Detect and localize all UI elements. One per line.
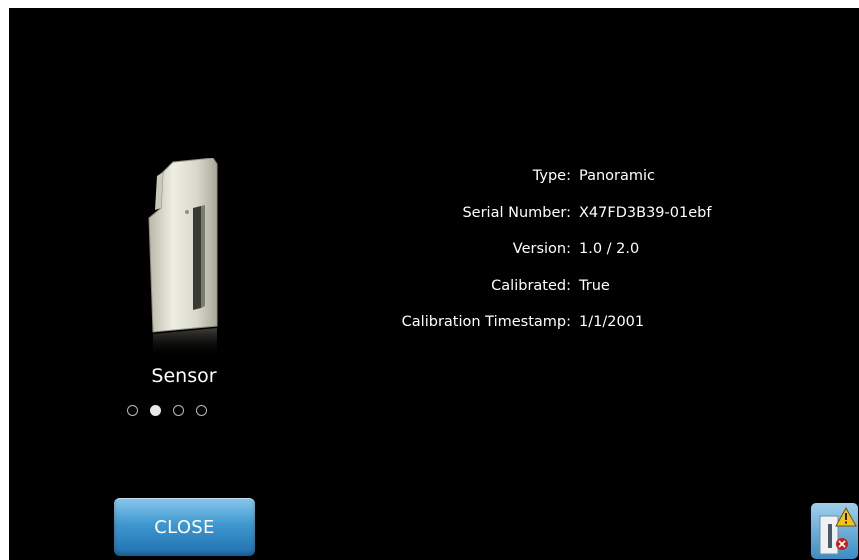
sensor-device-icon (148, 158, 218, 358)
page-dot-3[interactable] (173, 405, 184, 416)
version-label: Version: (512, 241, 571, 257)
page-indicator (127, 405, 207, 416)
close-button[interactable]: CLOSE (114, 498, 255, 556)
calibration-timestamp-value: 1/1/2001 (579, 314, 645, 330)
serial-number-value: X47FD3B39-01ebf (579, 204, 712, 221)
device-info-screen: Sensor Type: Panoramic Serial Number: X4… (9, 8, 859, 560)
detail-row-calibration-timestamp: Calibration Timestamp: 1/1/2001 (309, 314, 769, 351)
version-value: 1.0 / 2.0 (579, 241, 640, 257)
page-dot-1[interactable] (127, 405, 138, 416)
detail-row-serial: Serial Number: X47FD3B39-01ebf (309, 205, 769, 242)
page-dot-4[interactable] (196, 405, 207, 416)
device-name-label: Sensor (151, 365, 217, 387)
device-details: Type: Panoramic Serial Number: X47FD3B39… (309, 168, 769, 351)
detail-row-version: Version: 1.0 / 2.0 (309, 241, 769, 278)
calibration-timestamp-label: Calibration Timestamp: (401, 314, 571, 330)
device-warning-icon[interactable] (810, 502, 859, 560)
detail-row-type: Type: Panoramic (309, 168, 769, 205)
serial-number-label: Serial Number: (462, 204, 571, 221)
detail-row-calibrated: Calibrated: True (309, 278, 769, 315)
page-dot-2[interactable] (150, 405, 161, 416)
type-value: Panoramic (579, 168, 656, 184)
calibrated-label: Calibrated: (491, 277, 571, 294)
type-label: Type: (532, 168, 571, 184)
calibrated-value: True (579, 277, 610, 294)
